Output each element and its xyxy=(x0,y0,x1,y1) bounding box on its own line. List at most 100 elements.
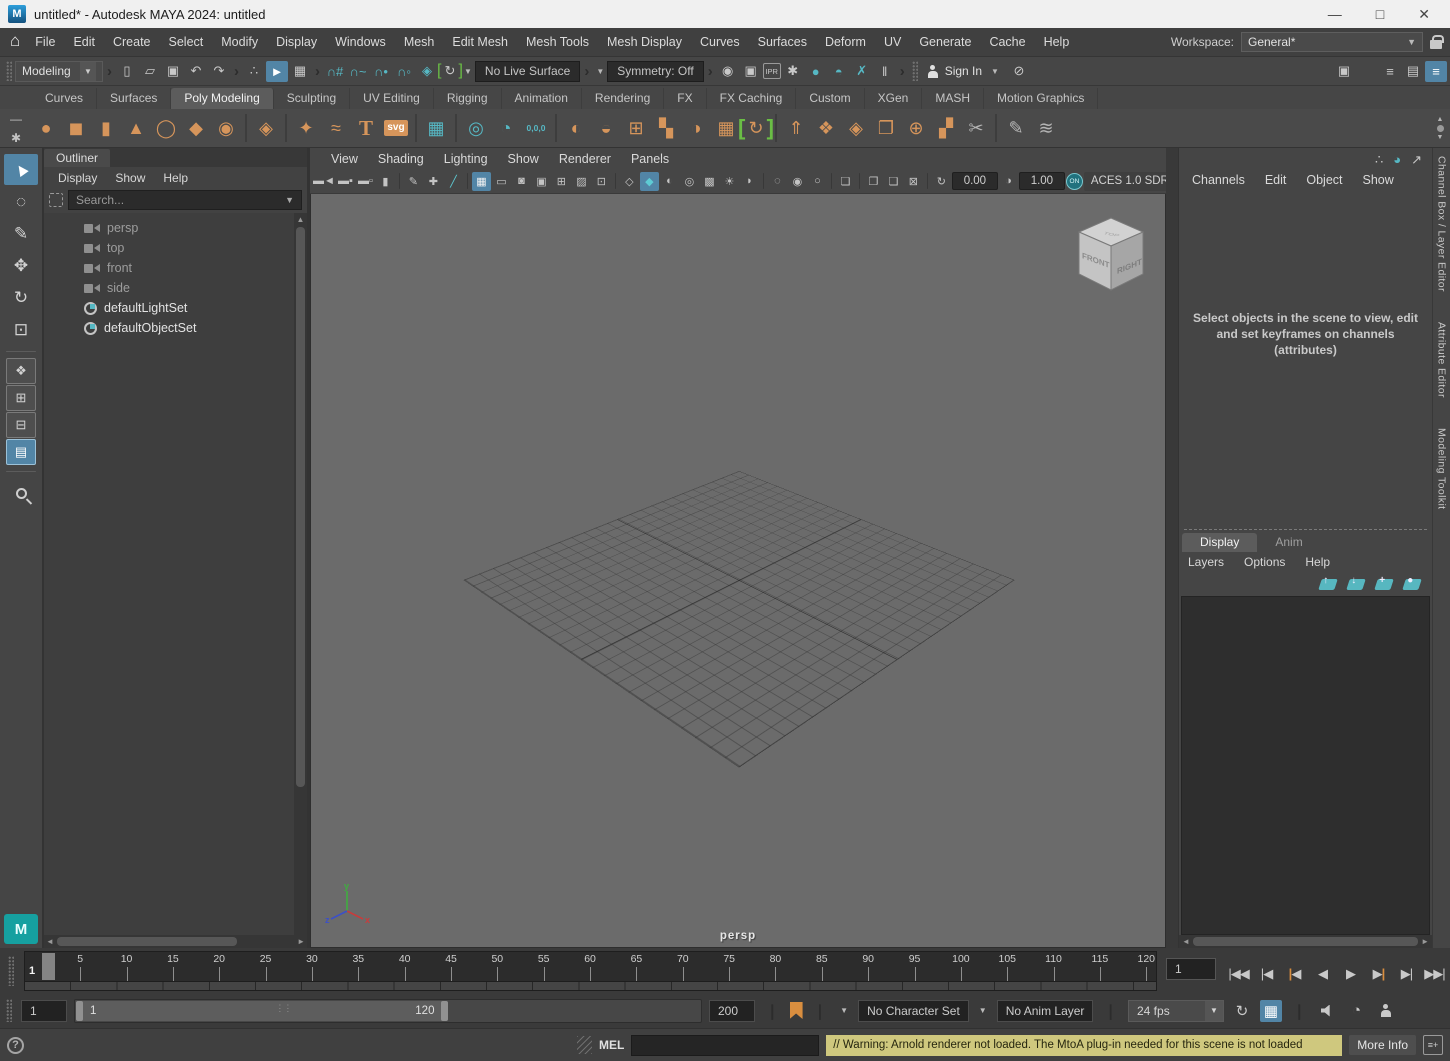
poly-disc-icon[interactable]: ◉ xyxy=(212,113,240,143)
maya-avatar[interactable]: M xyxy=(4,914,38,944)
workspace-controls-icon[interactable]: ≡ xyxy=(1425,61,1447,82)
layer-editor-menu-item[interactable]: Layers xyxy=(1179,555,1233,569)
move-tool-icon[interactable]: ✥ xyxy=(4,250,38,281)
safe-title-icon[interactable]: ⊡ xyxy=(592,172,611,191)
viewport-menu-item[interactable]: Show xyxy=(499,152,548,166)
section-divider[interactable]: › xyxy=(900,63,905,80)
evaluation-mode-icon[interactable] xyxy=(1375,1000,1397,1022)
shelf-tab[interactable]: Motion Graphics xyxy=(984,88,1098,109)
loop-playback-icon[interactable]: ↻ xyxy=(1231,1000,1253,1022)
xray-icon[interactable]: ❐ xyxy=(864,172,883,191)
field-chart-icon[interactable]: ⊞ xyxy=(552,172,571,191)
light-editor-icon[interactable]: ✗ xyxy=(851,61,873,82)
home-icon[interactable]: ⌂ xyxy=(10,31,20,51)
character-set-select[interactable]: No Character Set xyxy=(858,1000,969,1022)
hypershade-icon[interactable]: ◓ xyxy=(828,61,850,82)
occlusion-icon[interactable]: ◌ xyxy=(768,172,787,191)
make-live-icon[interactable]: ↻ xyxy=(439,61,461,82)
poly-cylinder-icon[interactable]: ▮ xyxy=(92,113,120,143)
shelf-tab[interactable]: UV Editing xyxy=(350,88,434,109)
layer-list-area[interactable] xyxy=(1181,596,1430,935)
quad-draw-icon[interactable]: ✎ xyxy=(1002,113,1030,143)
range-end-handle[interactable] xyxy=(441,1001,448,1021)
current-time-field[interactable]: 1 xyxy=(1166,958,1216,980)
snap-keys-icon[interactable]: ◔ xyxy=(492,113,520,143)
mirror-icon[interactable]: ◑ xyxy=(682,113,710,143)
poly-cone-icon[interactable]: ▲ xyxy=(122,113,150,143)
step-back-frame-button[interactable]: | ◀ xyxy=(1253,961,1280,987)
outliner-search-input[interactable]: Search... ▼ xyxy=(68,190,302,210)
go-to-end-button[interactable]: ▶▶ | xyxy=(1421,961,1448,987)
subdivide-icon[interactable]: ▦ xyxy=(712,113,740,143)
section-divider[interactable]: › xyxy=(584,63,589,80)
platonic-solid-icon[interactable]: ◈ xyxy=(252,113,280,143)
xray-joints-icon[interactable]: ❏ xyxy=(884,172,903,191)
gamma-field[interactable]: 1.00 xyxy=(1019,172,1065,190)
scroll-up-icon[interactable]: ▲ xyxy=(1437,116,1444,123)
layer-editor-tab[interactable]: Display xyxy=(1182,533,1257,552)
menu-item[interactable]: Mesh Tools xyxy=(517,28,598,56)
drag-handle[interactable] xyxy=(912,61,918,81)
xray-active-icon[interactable]: ⊠ xyxy=(904,172,923,191)
boolean-icon[interactable]: ◐ xyxy=(562,113,590,143)
camera-select-icon[interactable]: ▬◄ xyxy=(313,172,335,191)
command-result-warning[interactable]: // Warning: Arnold renderer not loaded. … xyxy=(826,1035,1342,1056)
channel-box-menu-item[interactable]: Object xyxy=(1297,173,1351,187)
app-search-icon[interactable]: ⊘ xyxy=(1008,61,1030,82)
section-divider[interactable]: › xyxy=(708,63,713,80)
channel-box-menu-item[interactable]: Edit xyxy=(1256,173,1296,187)
textured-icon[interactable]: ◐ xyxy=(660,172,679,191)
undo-icon[interactable]: ↶ xyxy=(185,61,207,82)
chevron-down-icon[interactable]: ▼ xyxy=(464,67,472,76)
use-default-material-icon[interactable]: ◎ xyxy=(680,172,699,191)
scroll-thumb[interactable] xyxy=(1193,937,1418,946)
maximize-button[interactable]: □ xyxy=(1376,6,1384,23)
snap-grid-icon[interactable]: ∩# xyxy=(324,61,346,82)
filter-icon[interactable] xyxy=(49,193,63,207)
poly-plane-icon[interactable]: ◆ xyxy=(182,113,210,143)
isolate-select-icon[interactable]: ❏ xyxy=(836,172,855,191)
new-layer-from-selected-icon[interactable]: ● xyxy=(1402,579,1422,590)
collapse-shelf-icon[interactable]: — xyxy=(10,112,22,126)
shelf-tab[interactable]: Curves xyxy=(32,88,97,109)
drag-handle[interactable] xyxy=(6,61,12,81)
separate-icon[interactable]: ▚ xyxy=(652,113,680,143)
section-divider[interactable]: › xyxy=(107,63,112,80)
shelf-tab[interactable]: MASH xyxy=(922,88,984,109)
viewport-menu-item[interactable]: View xyxy=(322,152,367,166)
mel-input[interactable] xyxy=(631,1035,819,1056)
menu-item[interactable]: Deform xyxy=(816,28,875,56)
fps-select[interactable]: 24 fps ▼ xyxy=(1128,1000,1224,1022)
snap-point-icon[interactable]: ∩• xyxy=(370,61,392,82)
play-backwards-button[interactable]: ◀ xyxy=(1309,961,1336,987)
render-view-icon[interactable]: ◉ xyxy=(717,61,739,82)
modeling-toolkit-toggle-icon[interactable]: ▣ xyxy=(1333,61,1355,82)
menu-item[interactable]: Create xyxy=(104,28,160,56)
sweep-mesh-icon[interactable]: ≈ xyxy=(322,113,350,143)
channel-box-toggle-icon[interactable]: ≡ xyxy=(1379,61,1401,82)
duplicate-face-icon[interactable]: ❐ xyxy=(872,113,900,143)
scroll-up-icon[interactable]: ▲ xyxy=(297,215,305,224)
shelf-tab[interactable]: FX xyxy=(664,88,706,109)
color-managed-toggle[interactable]: ON xyxy=(1066,173,1083,190)
ipr-render-icon[interactable]: IPR xyxy=(763,63,781,79)
lock-workspace-icon[interactable] xyxy=(1430,40,1442,49)
modeling-toolkit-shelf-icon[interactable]: ▦ xyxy=(422,113,450,143)
channel-stats-icon[interactable]: ∴ xyxy=(1375,152,1383,168)
shelf-tab[interactable]: Animation xyxy=(502,88,582,109)
menu-item[interactable]: Select xyxy=(160,28,213,56)
rotate-tool-icon[interactable]: ↻ xyxy=(4,282,38,313)
save-scene-icon[interactable]: ▣ xyxy=(162,61,184,82)
zero-origin-icon[interactable]: 0,0,0 xyxy=(522,113,550,143)
shelf-tab[interactable]: Custom xyxy=(796,88,864,109)
tab-attribute-editor[interactable]: Attribute Editor xyxy=(1436,322,1448,398)
texture-view-icon[interactable]: ● xyxy=(805,61,827,82)
shelf-scrollbar[interactable]: ▲ ▼ xyxy=(1432,116,1448,141)
outliner-item-defaultLightSet[interactable]: defaultLightSet xyxy=(44,298,294,318)
new-scene-icon[interactable]: ▯ xyxy=(116,61,138,82)
menu-item[interactable]: Edit xyxy=(64,28,104,56)
exposure-icon[interactable]: ↻ xyxy=(932,172,951,191)
redo-icon[interactable]: ↷ xyxy=(208,61,230,82)
camera-lock-icon[interactable]: ▬▪ xyxy=(336,172,355,191)
zoom-tool-icon[interactable] xyxy=(4,478,38,509)
